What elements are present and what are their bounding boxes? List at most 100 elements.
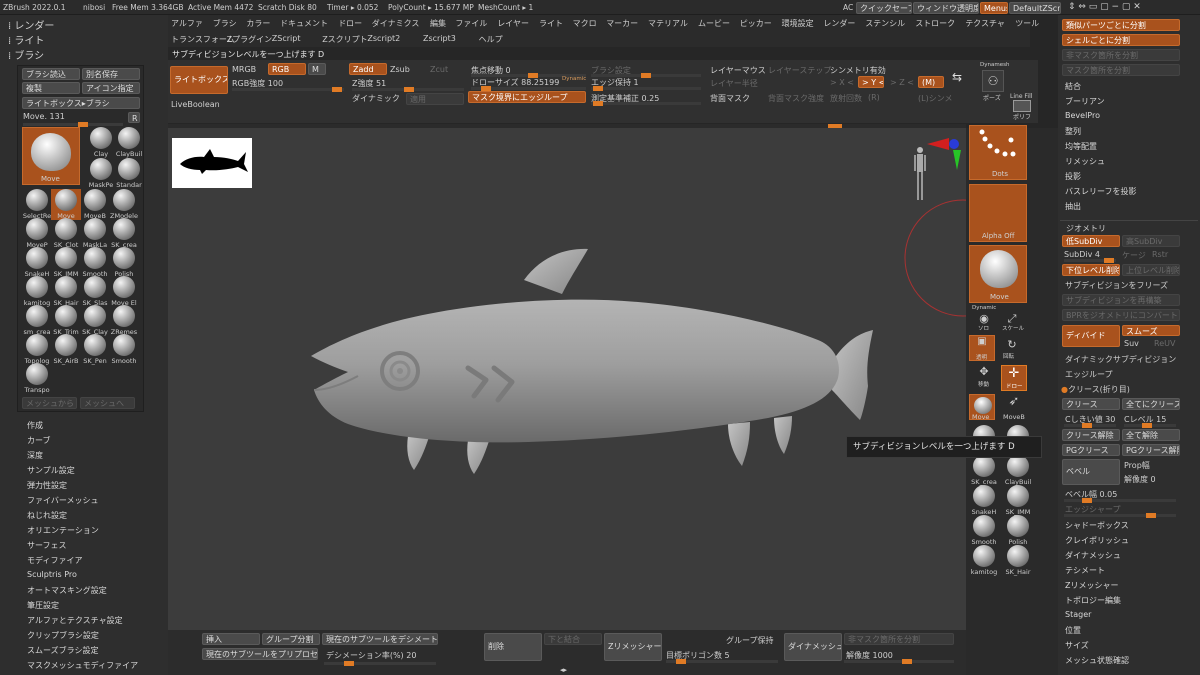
split-shell-button[interactable]: シェルごとに分割 <box>1062 34 1180 46</box>
moveb-brush-icon[interactable]: ➶ <box>1004 394 1024 412</box>
alpha-off-thumb[interactable]: Alpha Off <box>969 184 1027 242</box>
shelf-brush-item[interactable]: Polish <box>1003 515 1033 546</box>
menu-item[interactable]: レンダー <box>823 18 855 29</box>
menu-item[interactable]: ZScript <box>272 34 301 43</box>
group-split-button[interactable]: グループ分割 <box>262 633 320 645</box>
target-poly-track[interactable] <box>666 659 778 664</box>
smooth-button[interactable]: スムーズ <box>1122 325 1180 336</box>
brush-tool-item[interactable]: SK_Clot <box>51 218 81 249</box>
menu-item[interactable]: レイヤー <box>497 18 529 29</box>
geometry-subpalette-item[interactable]: クレイポリッシュ <box>1065 535 1129 546</box>
split-similar-button[interactable]: 類似パーツごとに分割 <box>1062 19 1180 31</box>
split-masked-button[interactable]: マスク箇所を分割 <box>1062 64 1180 76</box>
brush-tool-item[interactable]: sm_crea <box>22 305 52 336</box>
geometry-subpalette-item[interactable]: 位置 <box>1065 625 1081 636</box>
rgb-intensity-track[interactable] <box>232 87 344 92</box>
subtool-action-item[interactable]: 投影 <box>1065 171 1081 182</box>
menu-item[interactable]: アルファ <box>171 18 203 29</box>
mrgb-button[interactable]: MRGB <box>232 65 256 74</box>
icon-set-button[interactable]: アイコン指定 <box>82 82 140 94</box>
brush-tool-item[interactable]: Move <box>51 189 81 220</box>
geometry-subpalette-item[interactable]: シャドーボックス <box>1065 520 1129 531</box>
brush-subpalette-item[interactable]: 作成 <box>27 420 43 431</box>
sym-x-button[interactable]: > X < <box>830 78 854 87</box>
brush-tool-item[interactable]: SK_AirB <box>51 334 81 365</box>
brush-subpalette-item[interactable]: 弾力性設定 <box>27 480 67 491</box>
linefill-button[interactable]: Line Fill <box>1010 93 1032 100</box>
del-higher-button[interactable]: 上位レベル削除 <box>1122 264 1180 276</box>
brush-tool-item[interactable]: SK_crea <box>109 218 139 249</box>
subtool-action-item[interactable]: リメッシュ <box>1065 156 1105 167</box>
subtool-action-item[interactable]: 結合 <box>1065 81 1081 92</box>
brush-clone-button[interactable]: 複製 <box>22 82 80 94</box>
brush-tool-item[interactable]: Smooth <box>109 334 139 365</box>
brush-tool-item[interactable]: SK_Clay <box>80 305 110 336</box>
prop-width-label[interactable]: Prop幅 <box>1124 460 1150 471</box>
subtool-action-item[interactable]: ブーリアン <box>1065 96 1105 107</box>
brush-tool-item[interactable]: ClayBuil <box>114 127 144 158</box>
geometry-subpalette-item[interactable]: トポロジー編集 <box>1065 595 1121 606</box>
shelf-brush-item[interactable]: Smooth <box>969 515 999 546</box>
quicksave-button[interactable]: クイックセーブ <box>856 2 912 14</box>
geometry-subpalette-item[interactable]: Zリメッシャー <box>1065 580 1118 591</box>
geometry-header[interactable]: ジオメトリ <box>1066 223 1106 234</box>
geometry-subpalette-item[interactable]: メッシュ状態確認 <box>1065 655 1129 666</box>
subtool-action-item[interactable]: 抽出 <box>1065 201 1081 212</box>
pg-crease-button[interactable]: PGクリース <box>1062 444 1120 456</box>
resolution-slider[interactable]: 解像度 0 <box>1124 474 1156 485</box>
menu-item[interactable]: ライト <box>539 18 563 29</box>
brush-tool-item[interactable]: MoveB <box>80 189 110 220</box>
reuv-button[interactable]: ReUV <box>1154 339 1175 348</box>
geometry-subpalette-item[interactable]: サイズ <box>1065 640 1089 651</box>
measure-scale-track[interactable] <box>591 101 701 106</box>
shelf-brush-item[interactable]: ClayBuil <box>1003 455 1033 486</box>
menu-item[interactable]: ブラシ <box>213 18 237 29</box>
brush-tool-item[interactable]: Smooth <box>80 247 110 278</box>
brush-subpalette-item[interactable]: カーブ <box>27 435 51 446</box>
menu-item[interactable]: ドキュメント <box>280 18 328 29</box>
rebuild-subdiv-button[interactable]: サブディビジョンを再構築 <box>1062 294 1180 306</box>
brush-tool-item[interactable]: SK_Hair <box>51 276 81 307</box>
menu-item[interactable]: Zscript3 <box>423 34 456 43</box>
gizmo-axis-icon[interactable] <box>923 136 963 186</box>
lightbox-brush-button[interactable]: ライトボックス▸ブラシ <box>22 97 140 109</box>
render-menu[interactable]: ⁞ レンダー <box>8 17 54 32</box>
shelf-brush-item[interactable]: SK_IMM <box>1003 485 1033 516</box>
menu-item[interactable]: ダイナミクス <box>372 18 420 29</box>
window-controls-icon[interactable]: ⇕ ⇔ ▭ ▢ − ▢ ✕ <box>1068 2 1141 12</box>
merge-down-button[interactable]: 下と結合 <box>544 633 602 645</box>
crease-level-track[interactable] <box>1124 423 1176 428</box>
zadd-button[interactable]: Zadd <box>349 63 387 75</box>
brush-tool-item[interactable]: MoveP <box>22 218 52 249</box>
polyframe-icon[interactable] <box>1013 100 1031 112</box>
rgb-button[interactable]: RGB <box>268 63 306 75</box>
brush-subpalette-item[interactable]: モディファイア <box>27 555 82 566</box>
brush-tool-item[interactable]: SK_Pen <box>80 334 110 365</box>
menu-item[interactable]: 編集 <box>430 18 446 29</box>
edgeloop-button[interactable]: エッジループ <box>1065 369 1113 380</box>
edge-sharp-track[interactable] <box>1064 513 1176 518</box>
uncrease-button[interactable]: クリース解除 <box>1062 429 1120 441</box>
brush-tool-item[interactable]: SK_IMM <box>51 247 81 278</box>
zcut-button[interactable]: Zcut <box>430 65 448 74</box>
brush-tool-item[interactable]: Clay <box>86 127 116 158</box>
menu-item[interactable]: ヘルプ <box>479 34 503 45</box>
geometry-subpalette-item[interactable]: テシメート <box>1065 565 1105 576</box>
menu-item[interactable]: トランスフォーム <box>171 34 235 45</box>
default-script-button[interactable]: DefaultZScript <box>1009 2 1061 14</box>
brush-save-as-button[interactable]: 別名保存 <box>82 68 140 80</box>
lightbox-button[interactable]: ライトボックス <box>170 66 228 94</box>
brush-subpalette-item[interactable]: サンプル設定 <box>27 465 75 476</box>
cage-button[interactable]: ケージ <box>1122 250 1146 261</box>
shelf-brush-item[interactable]: SK_Hair <box>1003 545 1033 576</box>
menu-item[interactable]: ツール <box>1015 18 1039 29</box>
bevel-button[interactable]: ベベル <box>1062 459 1120 485</box>
menu-item[interactable]: ストローク <box>915 18 955 29</box>
brush-load-button[interactable]: ブラシ読込 <box>22 68 80 80</box>
menu-item[interactable]: ファイル <box>455 18 487 29</box>
mesh-to-button[interactable]: メッシュへ <box>80 397 135 409</box>
sym-z-button[interactable]: > Z < <box>890 78 914 87</box>
apply-button[interactable]: 適用 <box>406 93 464 105</box>
brush-subpalette-item[interactable]: オートマスキング設定 <box>27 585 107 596</box>
collapse-tray-icon[interactable]: ◂▸ <box>560 666 567 674</box>
